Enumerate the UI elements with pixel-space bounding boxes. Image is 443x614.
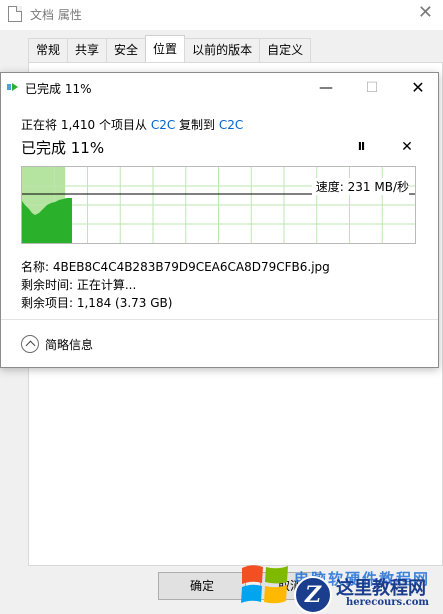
file-name: 名称: 4BEB8C4C4B283B79D9CEA6CA8D79CFB6.jpg (21, 260, 330, 274)
properties-tabs: 常规 共享 安全 位置 以前的版本 自定义 (28, 35, 312, 62)
time-remaining: 剩余时间: 正在计算... (21, 278, 137, 292)
destination-link[interactable]: C2C (219, 118, 243, 132)
cancel-copy-button[interactable]: ✕ (397, 137, 417, 157)
dialog-close-button[interactable]: ✕ (403, 76, 433, 100)
chevron-up-icon (21, 335, 39, 353)
windows-logo-icon (241, 565, 288, 604)
tab-customize[interactable]: 自定义 (259, 38, 312, 62)
maximize-button[interactable]: ☐ (357, 76, 387, 100)
progress-status: 已完成 11% (21, 139, 105, 157)
minimize-button[interactable]: — (311, 76, 341, 100)
copy-prefix: 正在将 1,410 个项目从 (21, 118, 151, 132)
tab-location[interactable]: 位置 (145, 35, 186, 62)
dialog-divider (1, 319, 438, 320)
speed-graph: 速度: 231 MB/秒 (21, 166, 416, 244)
properties-close-button[interactable]: ✕ (418, 2, 433, 23)
less-info-toggle[interactable]: 简略信息 (21, 335, 93, 353)
pause-button[interactable]: II (351, 137, 371, 157)
copy-progress-icon (7, 83, 18, 91)
less-info-label: 简略信息 (45, 337, 94, 352)
watermark-logo-icon: Z (294, 576, 332, 614)
dialog-titlebar: 已完成 11% — ☐ ✕ (1, 73, 438, 103)
copy-progress-dialog: 已完成 11% — ☐ ✕ 正在将 1,410 个项目从 C2C 复制到 C2C… (0, 72, 439, 368)
dialog-title: 已完成 11% (25, 82, 92, 96)
tab-security[interactable]: 安全 (106, 38, 147, 62)
tab-previous-versions[interactable]: 以前的版本 (184, 38, 261, 62)
tab-general[interactable]: 常规 (28, 38, 69, 62)
document-icon (8, 6, 22, 22)
watermark-url: herecours.com (346, 597, 430, 608)
items-remaining: 剩余项目: 1,184 (3.73 GB) (21, 296, 173, 310)
speed-label: 速度: 231 MB/秒 (311, 178, 409, 195)
ok-button[interactable]: 确定 (158, 572, 246, 600)
copy-middle: 复制到 (175, 118, 219, 132)
tab-sharing[interactable]: 共享 (67, 38, 108, 62)
properties-title: 文档 属性 (30, 8, 82, 22)
watermark: 电脑软硬件教程网 Z 这里教程网 herecours.com (238, 556, 443, 614)
copy-description: 正在将 1,410 个项目从 C2C 复制到 C2C (21, 116, 243, 133)
properties-titlebar: 文档 属性 ✕ (0, 0, 443, 30)
source-link[interactable]: C2C (151, 118, 175, 132)
